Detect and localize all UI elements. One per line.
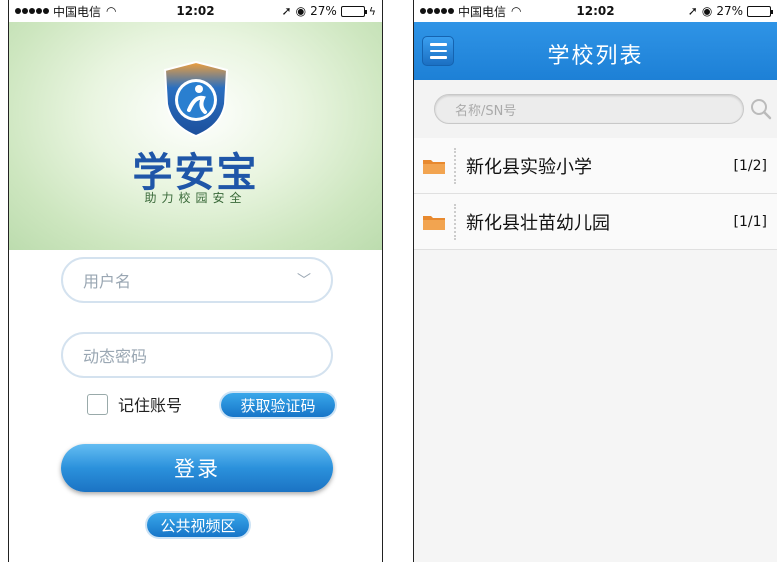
- carrier-name: 中国电信: [458, 4, 507, 19]
- battery-percent: 27%: [310, 4, 337, 18]
- shield-logo-icon: [163, 60, 228, 138]
- otp-password-field[interactable]: 动态密码: [61, 332, 333, 378]
- school-count: [1/2]: [733, 157, 767, 174]
- status-bar: 中国电信 ◠ 12:02 ➚ ◉ 27% ϟ: [9, 0, 382, 22]
- screenshot-canvas: 中国电信 ◠ 12:02 ➚ ◉ 27% ϟ 学安宝 助力校园安全 用户名 ﹀ …: [0, 0, 777, 562]
- search-bar: 名称/SN号: [414, 80, 777, 138]
- login-screen: 中国电信 ◠ 12:02 ➚ ◉ 27% ϟ 学安宝 助力校园安全 用户名 ﹀ …: [8, 0, 383, 562]
- login-button[interactable]: 登录: [61, 444, 333, 492]
- school-name: 新化县壮苗幼儿园: [466, 212, 610, 234]
- school-count: [1/1]: [733, 213, 767, 230]
- alarm-icon: ◉: [701, 4, 713, 18]
- status-time: 12:02: [176, 4, 215, 18]
- public-video-button[interactable]: 公共视频区: [147, 513, 249, 537]
- remember-account-label: 记住账号: [118, 396, 183, 415]
- battery-icon: [340, 5, 367, 17]
- navigation-bar: 学校列表: [414, 22, 777, 80]
- remember-account-checkbox[interactable]: 记住账号: [87, 392, 182, 416]
- location-arrow-icon: ➚: [687, 4, 698, 18]
- folder-icon: [423, 159, 445, 174]
- search-input[interactable]: 名称/SN号: [434, 94, 744, 124]
- charging-icon: ϟ: [368, 4, 376, 18]
- battery-percent: 27%: [716, 4, 743, 18]
- signal-strength-icon: [15, 8, 49, 14]
- username-placeholder: 用户名: [83, 272, 132, 291]
- username-field[interactable]: 用户名 ﹀: [61, 257, 333, 303]
- search-icon[interactable]: [750, 98, 772, 120]
- page-title: 学校列表: [547, 44, 644, 69]
- wifi-icon: ◠: [511, 4, 522, 18]
- school-name: 新化县实验小学: [466, 156, 592, 178]
- wifi-icon: ◠: [106, 4, 117, 18]
- status-bar: 中国电信 ◠ 12:02 ➚ ◉ 27%: [414, 0, 777, 22]
- list-item[interactable]: 新化县实验小学 [1/2]: [414, 138, 777, 194]
- school-list-screen: 中国电信 ◠ 12:02 ➚ ◉ 27% 学校列表 名称/SN号 新化县实验小学…: [413, 0, 777, 562]
- battery-icon: [747, 5, 773, 17]
- folder-icon: [423, 215, 445, 230]
- carrier-name: 中国电信: [53, 4, 102, 19]
- divider: [454, 203, 456, 240]
- checkbox-icon[interactable]: [87, 393, 108, 415]
- divider: [454, 147, 456, 184]
- list-item[interactable]: 新化县壮苗幼儿园 [1/1]: [414, 194, 777, 250]
- school-list: 新化县实验小学 [1/2] 新化县壮苗幼儿园 [1/1]: [414, 138, 777, 250]
- signal-strength-icon: [420, 8, 454, 14]
- login-hero-banner: 学安宝 助力校园安全: [9, 22, 382, 250]
- otp-placeholder: 动态密码: [83, 347, 148, 366]
- status-time: 12:02: [576, 4, 615, 18]
- app-slogan: 助力校园安全: [144, 191, 247, 205]
- location-arrow-icon: ➚: [281, 4, 292, 18]
- search-placeholder: 名称/SN号: [455, 103, 517, 119]
- chevron-down-icon[interactable]: ﹀: [297, 270, 311, 290]
- get-verification-code-button[interactable]: 获取验证码: [221, 393, 335, 417]
- alarm-icon: ◉: [295, 4, 307, 18]
